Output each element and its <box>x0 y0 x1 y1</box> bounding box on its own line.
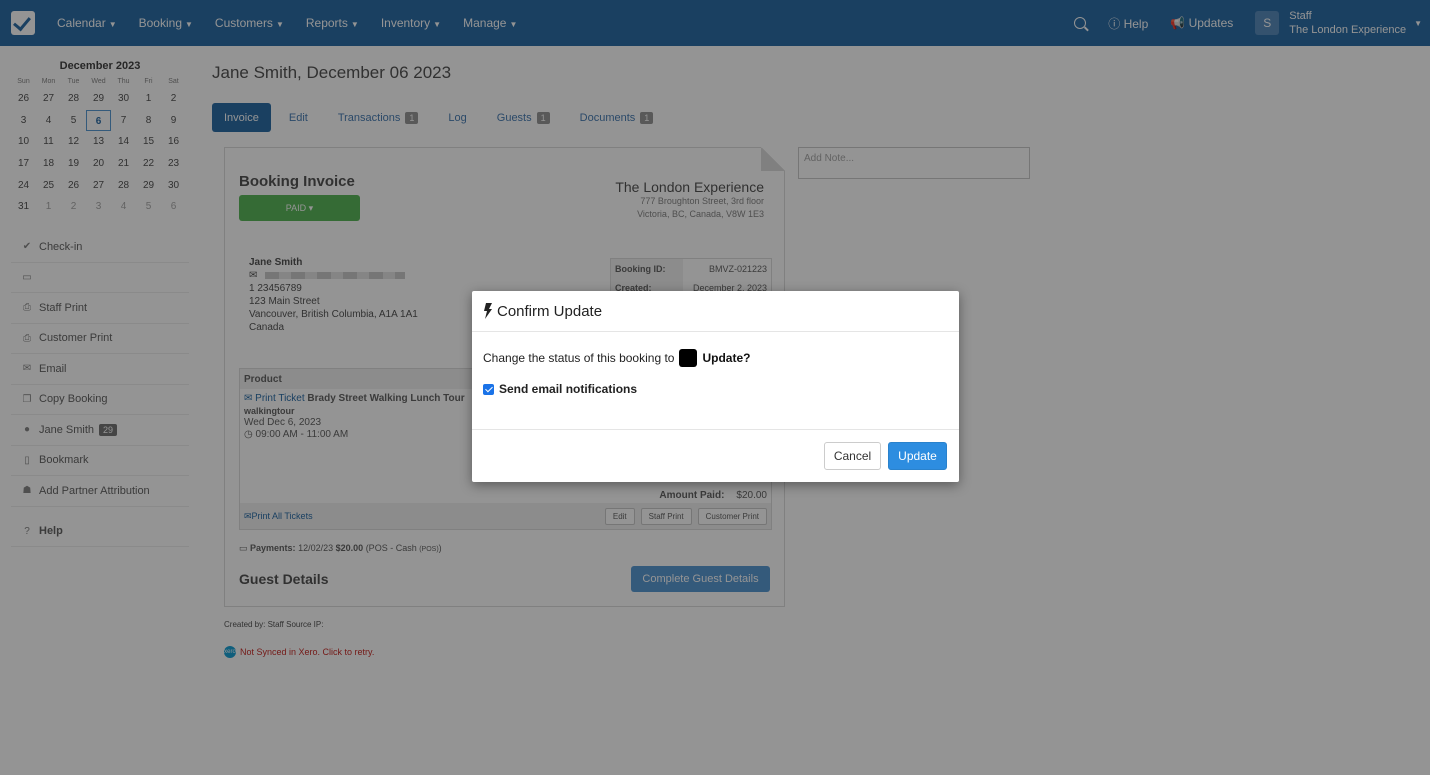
modal-title: Confirm Update <box>497 302 603 320</box>
modal-body: Change the status of this booking to Upd… <box>472 332 959 430</box>
bolt-icon <box>484 303 492 319</box>
cancel-button[interactable]: Cancel <box>824 442 881 470</box>
notifications-checkbox[interactable] <box>483 383 494 395</box>
update-button[interactable]: Update <box>888 442 947 470</box>
status-color-chip <box>679 349 698 367</box>
modal-footer: Cancel Update <box>824 442 947 470</box>
confirm-update-modal: Confirm Update Change the status of this… <box>472 291 959 482</box>
status-name: Update? <box>702 351 751 365</box>
send-email-notifications[interactable]: Send email notifications <box>483 382 948 396</box>
modal-header: Confirm Update <box>472 291 959 332</box>
status-message: Change the status of this booking to Upd… <box>483 349 751 367</box>
